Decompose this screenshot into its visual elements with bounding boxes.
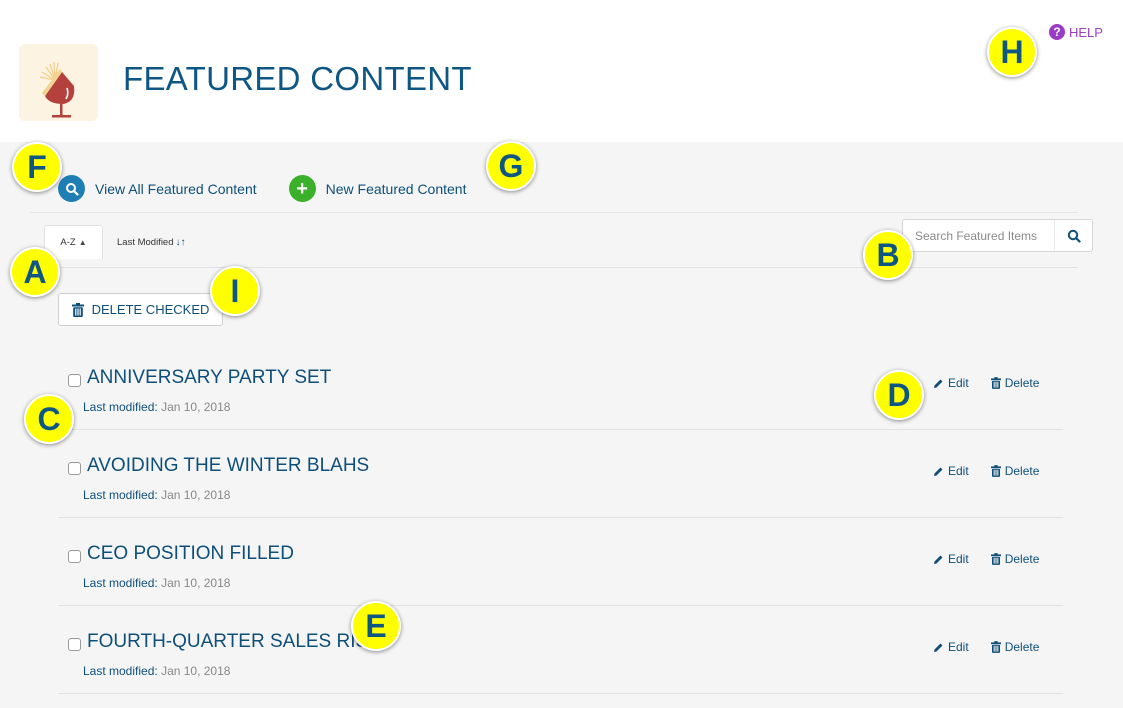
delete-button[interactable]: Delete bbox=[990, 464, 1040, 478]
plus-icon: + bbox=[288, 175, 316, 202]
help-link[interactable]: ? HELP bbox=[1049, 24, 1103, 40]
last-modified-label: Last modified: bbox=[83, 664, 158, 678]
item-title[interactable]: CEO POSITION FILLED bbox=[87, 543, 294, 565]
delete-button[interactable]: Delete bbox=[990, 552, 1040, 566]
delete-button[interactable]: Delete bbox=[990, 640, 1040, 654]
question-circle-icon: ? bbox=[1049, 24, 1065, 40]
trash-icon bbox=[990, 641, 1001, 653]
new-featured-content-label: New Featured Content bbox=[325, 180, 467, 197]
item-actions: Edit Delete bbox=[933, 376, 1039, 390]
view-all-featured-content-link[interactable]: View All Featured Content bbox=[58, 175, 257, 202]
trash-icon bbox=[71, 302, 84, 317]
annotation-e: E bbox=[351, 601, 401, 651]
search-icon bbox=[1067, 229, 1081, 243]
edit-label: Edit bbox=[948, 376, 969, 390]
edit-button[interactable]: Edit bbox=[933, 640, 969, 654]
help-label: HELP bbox=[1069, 24, 1103, 40]
list-item: CEO POSITION FILLED Last modified: Jan 1… bbox=[58, 518, 1063, 606]
sort-tab-label: A-Z bbox=[60, 237, 76, 248]
annotation-d: D bbox=[874, 370, 924, 420]
item-meta: Last modified: Jan 10, 2018 bbox=[83, 488, 230, 502]
item-meta: Last modified: Jan 10, 2018 bbox=[83, 664, 230, 678]
item-title[interactable]: AVOIDING THE WINTER BLAHS bbox=[87, 455, 369, 477]
pencil-icon bbox=[934, 643, 943, 652]
last-modified-value: Jan 10, 2018 bbox=[161, 400, 231, 414]
last-modified-value: Jan 10, 2018 bbox=[161, 576, 231, 590]
annotation-i: I bbox=[210, 266, 260, 316]
list-item: AVOIDING THE WINTER BLAHS Last modified:… bbox=[58, 430, 1063, 518]
pencil-icon bbox=[934, 379, 943, 388]
last-modified-value: Jan 10, 2018 bbox=[161, 664, 231, 678]
pencil-icon bbox=[934, 555, 943, 564]
last-modified-value: Jan 10, 2018 bbox=[161, 488, 231, 502]
item-checkbox[interactable] bbox=[68, 550, 81, 563]
item-checkbox[interactable] bbox=[68, 374, 81, 387]
divider bbox=[30, 267, 1078, 268]
last-modified-label: Last modified: bbox=[83, 576, 158, 590]
delete-label: Delete bbox=[1004, 376, 1040, 390]
delete-checked-button[interactable]: DELETE CHECKED bbox=[58, 293, 223, 326]
item-meta: Last modified: Jan 10, 2018 bbox=[83, 576, 230, 590]
divider bbox=[30, 212, 1078, 213]
search-input[interactable] bbox=[903, 220, 1054, 251]
edit-label: Edit bbox=[948, 552, 969, 566]
search-icon bbox=[58, 175, 85, 202]
item-actions: Edit Delete bbox=[933, 464, 1039, 478]
pencil-icon bbox=[934, 467, 943, 476]
edit-button[interactable]: Edit bbox=[933, 376, 969, 390]
new-featured-content-link[interactable]: + New Featured Content bbox=[288, 175, 467, 202]
toolbar-links: View All Featured Content + New Featured… bbox=[58, 175, 466, 202]
sort-tabs: A-Z ▲ Last Modified ↓↑ bbox=[44, 225, 200, 259]
edit-label: Edit bbox=[948, 464, 969, 478]
delete-label: Delete bbox=[1004, 552, 1040, 566]
edit-button[interactable]: Edit bbox=[933, 552, 969, 566]
annotation-g: G bbox=[486, 141, 536, 191]
edit-button[interactable]: Edit bbox=[933, 464, 969, 478]
annotation-b: B bbox=[863, 230, 913, 280]
delete-label: Delete bbox=[1004, 464, 1040, 478]
trash-icon bbox=[990, 377, 1001, 389]
delete-button[interactable]: Delete bbox=[990, 376, 1040, 390]
item-title[interactable]: FOURTH-QUARTER SALES RISE bbox=[87, 631, 381, 653]
item-actions: Edit Delete bbox=[933, 640, 1039, 654]
sort-tab-label: Last Modified bbox=[117, 236, 174, 248]
list-item: FOURTH-QUARTER SALES RISE Last modified:… bbox=[58, 606, 1063, 694]
caret-up-icon: ▲ bbox=[78, 238, 87, 247]
delete-label: Delete bbox=[1004, 640, 1040, 654]
search-box bbox=[902, 219, 1093, 252]
item-title[interactable]: ANNIVERSARY PARTY SET bbox=[87, 367, 331, 389]
last-modified-label: Last modified: bbox=[83, 488, 158, 502]
annotation-c: C bbox=[24, 394, 74, 444]
annotation-f: F bbox=[12, 142, 62, 192]
trash-icon bbox=[990, 553, 1001, 565]
last-modified-label: Last modified: bbox=[83, 400, 158, 414]
edit-label: Edit bbox=[948, 640, 969, 654]
page-title: FEATURED CONTENT bbox=[123, 60, 472, 97]
annotation-h: H bbox=[987, 27, 1037, 77]
delete-checked-label: DELETE CHECKED bbox=[91, 302, 210, 317]
megaphone-icon bbox=[19, 44, 98, 121]
item-checkbox[interactable] bbox=[68, 462, 81, 475]
page-header: FEATURED CONTENT ? HELP bbox=[0, 0, 1123, 142]
annotation-a: A bbox=[10, 247, 60, 297]
trash-icon bbox=[990, 465, 1001, 477]
item-checkbox[interactable] bbox=[68, 638, 81, 651]
search-button[interactable] bbox=[1054, 220, 1092, 251]
item-actions: Edit Delete bbox=[933, 552, 1039, 566]
view-all-label: View All Featured Content bbox=[95, 180, 257, 197]
item-meta: Last modified: Jan 10, 2018 bbox=[83, 400, 230, 414]
sort-tab-last-modified[interactable]: Last Modified ↓↑ bbox=[103, 225, 200, 259]
sort-icon: ↓↑ bbox=[175, 236, 186, 248]
